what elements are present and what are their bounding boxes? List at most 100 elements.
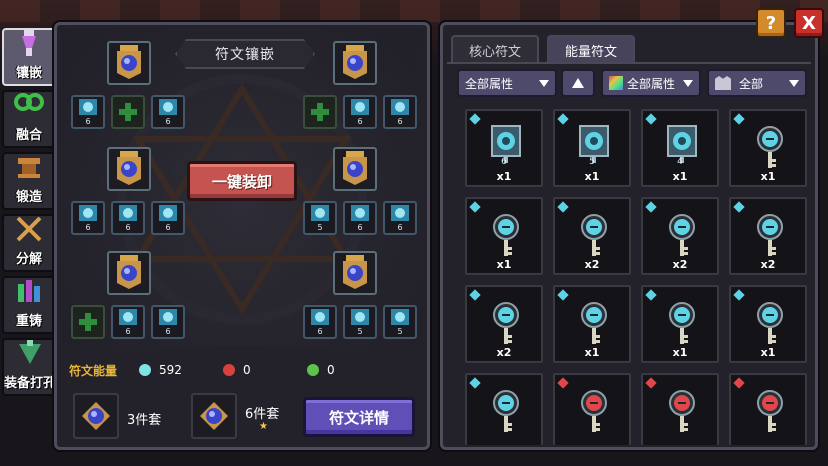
nav-fusion[interactable]: 融合 (2, 90, 56, 148)
energy-slot[interactable]: 6 (111, 201, 145, 235)
rune-card[interactable] (465, 373, 543, 445)
core-slot-mid-right[interactable] (333, 147, 377, 191)
core-slot-mid-left[interactable] (107, 147, 151, 191)
energy-slot[interactable]: 6 (71, 95, 105, 129)
nav-decompose[interactable]: 分解 (2, 214, 56, 272)
side-nav: 镶嵌 融合 锻造 分解 重铸 装备打孔 (0, 28, 58, 466)
rune-count: x2 (672, 258, 688, 271)
set-rune-icon (200, 402, 228, 430)
energy-slot[interactable]: 6 (151, 305, 185, 339)
energy-slot[interactable]: 5 (383, 305, 417, 339)
rune-grid: 6 x1 5 x1 4 x1 x1 x1 x2 x2 x2 x2 x1 x1 x1 (451, 105, 811, 445)
tab-core-rune[interactable]: 核心符文 (451, 35, 539, 63)
energy-slot[interactable]: 5 (343, 305, 377, 339)
nav-label: 融合 (15, 128, 42, 143)
energy-slot[interactable]: 6 (151, 201, 185, 235)
rune-card[interactable]: x2 (465, 285, 543, 363)
nav-forge[interactable]: 锻造 (2, 152, 56, 210)
rune-key-icon (581, 390, 607, 432)
forge-icon (12, 152, 46, 182)
rune-card[interactable]: 5 x1 (553, 109, 631, 187)
rune-card[interactable]: x2 (641, 197, 719, 275)
energy-slot[interactable]: 6 (383, 95, 417, 129)
rune-key-icon (757, 390, 783, 432)
attribute-filter-dropdown[interactable]: 全部属性 (457, 69, 557, 97)
core-slot-top-right[interactable] (333, 41, 377, 85)
rune-energy-row: 符文能量 592 0 0 (61, 357, 423, 383)
core-slot-bottom-left[interactable] (107, 251, 151, 295)
set-3-slot[interactable] (73, 393, 119, 439)
rune-count: x1 (584, 170, 600, 183)
core-slot-bottom-right[interactable] (333, 251, 377, 295)
one-click-unequip-button[interactable]: 一键装卸 (187, 161, 297, 201)
energy-slot[interactable]: 6 (343, 95, 377, 129)
slot-level: 6 (165, 223, 171, 232)
rune-card[interactable]: x2 (729, 197, 807, 275)
rune-card[interactable]: x1 (729, 285, 807, 363)
energy-slot[interactable]: 5 (303, 201, 337, 235)
nav-socket-drill[interactable]: 装备打孔 (2, 338, 58, 396)
rune-card[interactable]: x2 (553, 197, 631, 275)
slot-level: 5 (397, 327, 403, 336)
rune-detail-button[interactable]: 符文详情 (303, 397, 415, 437)
help-button[interactable]: ? (756, 8, 786, 38)
slot-level: 6 (85, 223, 91, 232)
sort-button[interactable] (561, 69, 595, 97)
rarity-gem-icon (645, 113, 657, 125)
rune-card[interactable] (553, 373, 631, 445)
energy-label: 符文能量 (69, 363, 118, 378)
nav-label: 锻造 (15, 190, 42, 205)
rune-key-icon (493, 214, 519, 256)
core-slot-top-left[interactable] (107, 41, 151, 85)
slot-level: 6 (165, 117, 171, 126)
rune-key-icon (757, 214, 783, 256)
energy-slot[interactable]: 6 (151, 95, 185, 129)
energy-cyan: 592 (139, 363, 199, 377)
rune-card[interactable]: x1 (553, 285, 631, 363)
rune-key-icon (581, 214, 607, 256)
type-filter-dropdown[interactable]: 全部 (707, 69, 807, 97)
rune-count: x1 (496, 258, 512, 271)
rarity-gem-icon (557, 377, 569, 389)
rune-card[interactable]: x1 (729, 109, 807, 187)
rune-count: x1 (496, 170, 512, 183)
tab-energy-rune[interactable]: 能量符文 (547, 35, 635, 63)
nav-label: 镶嵌 (15, 66, 42, 81)
energy-slot[interactable]: 6 (343, 201, 377, 235)
empty-energy-slot[interactable] (111, 95, 145, 129)
rarity-gem-icon (557, 113, 569, 125)
energy-slot[interactable]: 6 (303, 305, 337, 339)
empty-energy-slot[interactable] (303, 95, 337, 129)
energy-slot[interactable]: 6 (71, 201, 105, 235)
chevron-down-icon (539, 79, 549, 87)
set-6-slot[interactable] (191, 393, 237, 439)
slot-level: 6 (397, 223, 403, 232)
rune-count: x2 (584, 258, 600, 271)
energy-slot[interactable]: 6 (111, 305, 145, 339)
slot-level: 6 (85, 117, 91, 126)
arrow-up-icon (572, 78, 584, 88)
color-filter-dropdown[interactable]: 全部属性 (601, 69, 701, 97)
filter-label: 全部属性 (627, 76, 676, 91)
empty-energy-slot[interactable] (71, 305, 105, 339)
close-button[interactable]: X (794, 8, 824, 38)
nav-recast[interactable]: 重铸 (2, 276, 56, 334)
rune-count: x1 (672, 346, 688, 359)
plus-icon (79, 313, 97, 331)
nav-inlay[interactable]: 镶嵌 (2, 28, 56, 86)
nav-label: 重铸 (15, 314, 42, 329)
rarity-gem-icon (645, 377, 657, 389)
energy-slot[interactable]: 6 (383, 201, 417, 235)
rune-card[interactable]: 4 x1 (641, 109, 719, 187)
rarity-gem-icon (469, 377, 481, 389)
fusion-icon (12, 90, 46, 120)
rune-card[interactable]: 6 x1 (465, 109, 543, 187)
rune-card[interactable]: x1 (641, 285, 719, 363)
decompose-icon (12, 214, 46, 244)
rune-card[interactable] (641, 373, 719, 445)
rune-card[interactable] (729, 373, 807, 445)
slot-level: 5 (357, 327, 363, 336)
rune-card[interactable]: x1 (465, 197, 543, 275)
nav-label: 分解 (15, 252, 42, 267)
rune-count: x2 (760, 258, 776, 271)
